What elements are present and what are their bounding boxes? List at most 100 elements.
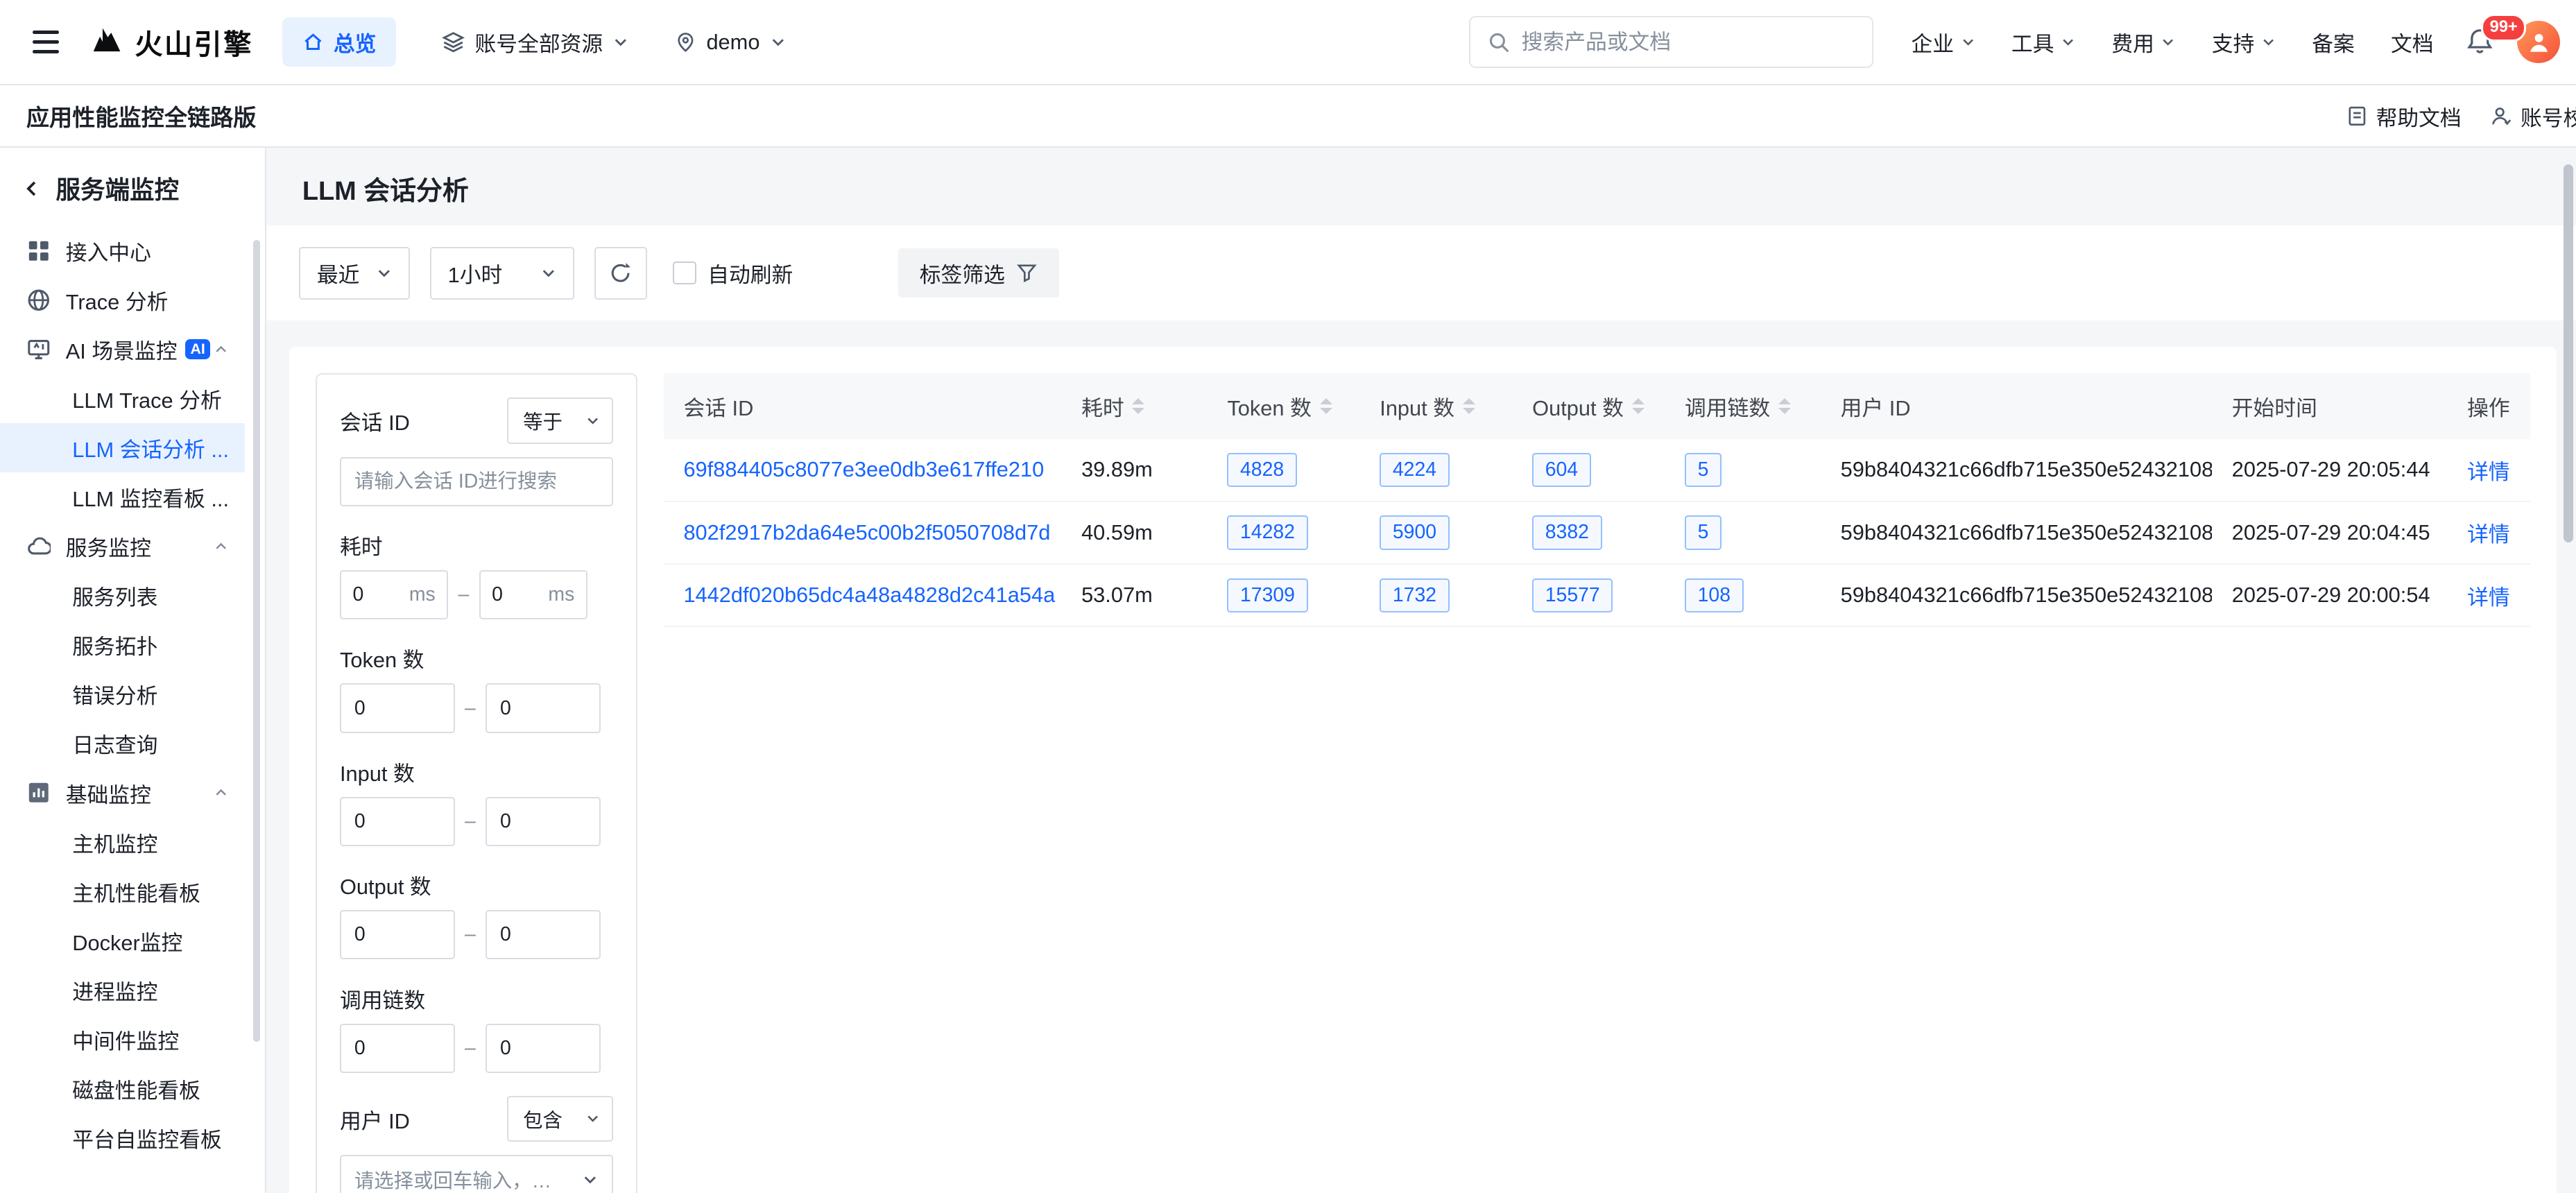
sidebar-item-llm-trace[interactable]: LLM Trace 分析 [0, 374, 245, 423]
session-id-link[interactable]: 1442df020b65dc4a48a4828d2c41a54a [683, 583, 1055, 607]
range-separator [465, 810, 476, 833]
user-id-combobox[interactable]: 请选择或回车输入，支... [340, 1155, 613, 1193]
input-count-tag[interactable]: 1732 [1380, 578, 1449, 612]
menu-docs[interactable]: 文档 [2373, 26, 2452, 58]
token-filter-label: Token 数 [340, 642, 613, 673]
input-max-input[interactable] [486, 797, 601, 846]
sidebar-item-error-analysis[interactable]: 错误分析 [0, 669, 245, 719]
refresh-icon [609, 261, 632, 284]
notification-bell[interactable]: 99+ [2465, 27, 2495, 57]
output-max-input[interactable] [486, 910, 601, 959]
sidebar-item-service-monitor[interactable]: 服务监控 [0, 522, 245, 571]
sidebar-item-host-performance[interactable]: 主机性能看板 [0, 867, 245, 916]
sidebar-back[interactable]: 服务端监控 [0, 171, 265, 206]
menu-support[interactable]: 支持 [2194, 26, 2294, 58]
menu-billing[interactable]: 费用 [2093, 26, 2193, 58]
sort-icon[interactable] [1132, 398, 1144, 414]
chain-count-tag[interactable]: 5 [1685, 453, 1721, 487]
overview-button[interactable]: 总览 [282, 17, 395, 67]
sidebar-item-access-center[interactable]: 接入中心 [0, 226, 245, 275]
chevron-up-icon [214, 785, 228, 800]
help-doc-link[interactable]: 帮助文档 [2346, 101, 2462, 132]
input-min-input[interactable] [340, 797, 455, 846]
token-count-tag[interactable]: 17309 [1227, 578, 1307, 612]
user-id-value: 59b8404321c66dfb715e350e52432108 [1841, 520, 2213, 544]
app-title: 应用性能监控全链路版 [26, 99, 257, 132]
sidebar-item-platform-self-monitor[interactable]: 平台自监控看板 [0, 1113, 245, 1162]
sidebar-item-middleware-monitor[interactable]: 中间件监控 [0, 1015, 245, 1064]
sidebar-item-llm-dashboard[interactable]: LLM 监控看板 ... [0, 472, 245, 522]
auto-refresh-toggle[interactable]: 自动刷新 [673, 257, 793, 289]
sidebar-item-trace-analysis[interactable]: Trace 分析 [0, 275, 245, 325]
toolbar: 最近 1小时 自动刷新 标签筛选 [266, 225, 2576, 320]
bar-chart-icon [26, 780, 51, 805]
token-count-tag[interactable]: 14282 [1227, 515, 1307, 549]
sort-icon[interactable] [1320, 398, 1332, 414]
sidebar-item-basic-monitor[interactable]: 基础监控 [0, 768, 245, 817]
sidebar: 服务端监控 接入中心 Trace 分析 [0, 148, 266, 1193]
hamburger-menu-icon[interactable] [17, 12, 76, 71]
session-id-link[interactable]: 802f2917b2da64e5c00b2f5050708d7d [683, 520, 1050, 544]
detail-link[interactable]: 详情 [2467, 460, 2510, 484]
menu-tools[interactable]: 工具 [1993, 26, 2093, 58]
session-id-input[interactable] [340, 457, 613, 506]
chain-count-tag[interactable]: 5 [1685, 515, 1721, 549]
user-id-operator-select[interactable]: 包含 [507, 1096, 613, 1142]
account-check-link[interactable]: 账号校验 [2491, 101, 2576, 132]
token-max-input[interactable] [486, 683, 601, 732]
chevron-down-icon [582, 1171, 599, 1188]
sidebar-item-service-list[interactable]: 服务列表 [0, 571, 245, 620]
brand-logo[interactable]: 火山引擎 [89, 22, 253, 62]
token-min-input[interactable] [340, 683, 455, 732]
trace-min-input[interactable] [340, 1024, 455, 1073]
page-header: 应用性能监控全链路版 帮助文档 账号校验 [0, 85, 2576, 148]
pin-icon [675, 31, 696, 53]
refresh-button[interactable] [594, 247, 647, 300]
project-selector[interactable]: demo [675, 30, 786, 55]
page-scrollbar[interactable] [2564, 164, 2573, 542]
global-search[interactable] [1469, 16, 1873, 69]
sidebar-item-process-monitor[interactable]: 进程监控 [0, 965, 245, 1015]
output-count-tag[interactable]: 604 [1532, 453, 1591, 487]
chevron-down-icon [585, 413, 600, 428]
sort-icon[interactable] [1463, 398, 1475, 414]
output-count-tag[interactable]: 15577 [1532, 578, 1613, 612]
input-count-tag[interactable]: 5900 [1380, 515, 1449, 549]
sidebar-item-docker-monitor[interactable]: Docker监控 [0, 916, 245, 965]
search-input[interactable] [1522, 30, 1856, 55]
chevron-down-icon [540, 265, 557, 282]
chain-count-tag[interactable]: 108 [1685, 578, 1744, 612]
sidebar-item-ai-monitor[interactable]: AI 场景监控 AI [0, 325, 245, 374]
menu-enterprise[interactable]: 企业 [1893, 26, 1993, 58]
account-resources-selector[interactable]: 账号全部资源 [442, 26, 629, 58]
sidebar-scrollbar[interactable] [253, 240, 259, 1042]
output-min-input[interactable] [340, 910, 455, 959]
detail-link[interactable]: 详情 [2467, 522, 2510, 547]
sidebar-item-llm-session[interactable]: LLM 会话分析 ... [0, 423, 245, 472]
input-count-tag[interactable]: 4224 [1380, 453, 1449, 487]
sort-icon[interactable] [1632, 398, 1645, 414]
session-id-link[interactable]: 69f884405c8077e3ee0db3e617ffe210 [683, 457, 1044, 481]
tag-filter-button[interactable]: 标签筛选 [898, 248, 1059, 298]
token-count-tag[interactable]: 4828 [1227, 453, 1296, 487]
duration-min-field[interactable]: ms [340, 570, 448, 619]
trace-max-input[interactable] [486, 1024, 601, 1073]
duration-min-input[interactable] [353, 583, 403, 606]
sidebar-item-service-topology[interactable]: 服务拓扑 [0, 620, 245, 669]
auto-refresh-checkbox[interactable] [673, 261, 696, 284]
sidebar-item-log-query[interactable]: 日志查询 [0, 719, 245, 768]
detail-link[interactable]: 详情 [2467, 585, 2510, 610]
sidebar-item-disk-performance[interactable]: 磁盘性能看板 [0, 1064, 245, 1113]
menu-icp[interactable]: 备案 [2294, 26, 2373, 58]
time-range-select[interactable]: 最近 [299, 247, 410, 300]
sidebar-item-host-monitor[interactable]: 主机监控 [0, 818, 245, 867]
grid-icon [26, 239, 51, 264]
duration-select[interactable]: 1小时 [430, 247, 574, 300]
range-separator [465, 697, 476, 720]
sort-icon[interactable] [1778, 398, 1791, 414]
duration-value: 39.89m [1081, 457, 1153, 481]
output-count-tag[interactable]: 8382 [1532, 515, 1602, 549]
duration-max-field[interactable]: ms [479, 570, 587, 619]
duration-max-input[interactable] [492, 583, 542, 606]
session-id-operator-select[interactable]: 等于 [507, 397, 613, 443]
